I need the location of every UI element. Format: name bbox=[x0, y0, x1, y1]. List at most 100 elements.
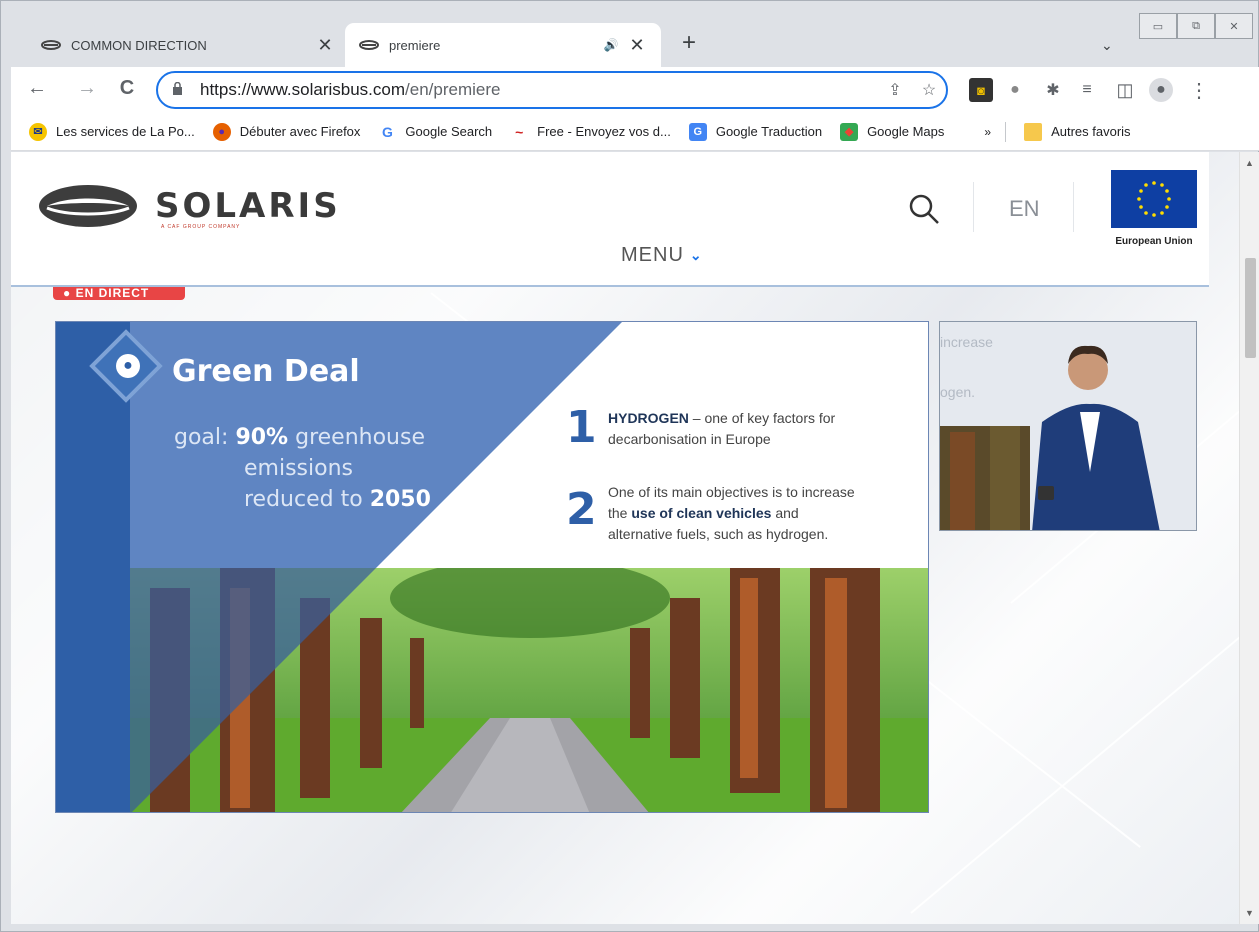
presenter-video[interactable]: increase ogen. bbox=[939, 321, 1197, 531]
point-line3: alternative fuels, such as hydrogen. bbox=[608, 526, 829, 542]
point-number: 1 bbox=[566, 402, 597, 453]
extension-shield-icon[interactable]: ● bbox=[1003, 78, 1027, 102]
more-menu-icon[interactable]: ⋮ bbox=[1187, 78, 1211, 102]
bookmarks-divider bbox=[1005, 121, 1007, 142]
presentation-slide: ● Green Deal goal: 90% greenhouse emissi… bbox=[55, 321, 929, 813]
bookmark-google-maps[interactable]: ◆ Google Maps bbox=[840, 122, 944, 141]
url-text[interactable]: https://www.solarisbus.com/en/premiere bbox=[200, 80, 878, 100]
url-path: /en/premiere bbox=[405, 80, 501, 99]
goal-year: 2050 bbox=[369, 487, 431, 512]
logo-text: SOLARIS bbox=[155, 186, 341, 226]
google-translate-icon: G bbox=[688, 122, 707, 141]
folder-icon bbox=[1024, 122, 1043, 141]
site-header: SOLARIS A CAF GROUP COMPANY EN European … bbox=[11, 152, 1209, 287]
back-button[interactable]: ← bbox=[25, 77, 49, 100]
bookmark-google-translate[interactable]: G Google Traduction bbox=[688, 122, 823, 141]
reload-button[interactable]: C bbox=[115, 77, 139, 100]
slide-title: Green Deal bbox=[172, 354, 360, 389]
tab-title: COMMON DIRECTION bbox=[71, 37, 207, 53]
slide-blue-triangle bbox=[130, 322, 622, 812]
scroll-up-arrow-icon[interactable]: ▲ bbox=[1245, 158, 1254, 168]
goal-percentage: 90% bbox=[235, 425, 289, 450]
point-line1: One of its main objectives is to increas… bbox=[608, 484, 855, 500]
point-pre: the bbox=[608, 505, 632, 521]
globe-icon: ● bbox=[116, 354, 140, 378]
solaris-logo[interactable]: SOLARIS bbox=[37, 182, 341, 230]
point-text: HYDROGEN – one of key factors for decarb… bbox=[608, 408, 835, 450]
tab-strip: COMMON DIRECTION ✕ premiere 🔊 ✕ + ⌄ ▭ ⧉ … bbox=[11, 13, 1258, 67]
point-text-after: – one of key factors for bbox=[688, 410, 836, 426]
solaris-logo-mark-icon bbox=[39, 185, 137, 227]
eu-label: European Union bbox=[1115, 236, 1193, 247]
eu-flag-icon bbox=[1111, 170, 1197, 228]
address-bar[interactable]: https://www.solarisbus.com/en/premiere ⇪… bbox=[156, 71, 948, 109]
point-text: One of its main objectives is to increas… bbox=[608, 482, 855, 545]
bookmark-label: Autres favoris bbox=[1051, 124, 1131, 139]
bookmark-label: Les services de La Po... bbox=[56, 124, 195, 139]
bookmark-google-search[interactable]: G Google Search bbox=[378, 122, 493, 141]
side-panel-icon[interactable]: ◫ bbox=[1113, 78, 1137, 102]
bookmark-free[interactable]: ~ Free - Envoyez vos d... bbox=[510, 122, 671, 141]
bookmark-star-icon[interactable]: ☆ bbox=[912, 80, 946, 100]
presenter-figure bbox=[940, 345, 1160, 530]
tab-premiere[interactable]: premiere 🔊 ✕ bbox=[345, 23, 661, 67]
google-icon: G bbox=[378, 122, 397, 141]
scroll-thumb[interactable] bbox=[1245, 258, 1256, 358]
header-divider bbox=[973, 182, 974, 232]
tab-search-chevron-icon[interactable]: ⌄ bbox=[1101, 37, 1113, 54]
window-controls: ▭ ⧉ ✕ bbox=[1139, 13, 1253, 39]
firefox-icon: ● bbox=[212, 122, 231, 141]
logo-subtitle: A CAF GROUP COMPANY bbox=[161, 224, 241, 230]
forward-button[interactable]: → bbox=[75, 77, 99, 100]
close-window-button[interactable]: ✕ bbox=[1215, 13, 1253, 39]
reading-list-icon[interactable]: ≡ bbox=[1075, 78, 1099, 102]
point-line2: decarbonisation in Europe bbox=[608, 431, 771, 447]
free-icon: ~ bbox=[510, 122, 529, 141]
slide-point-2: 2 One of its main objectives is to incre… bbox=[566, 482, 855, 545]
page-viewport: ● EN DIRECT SOLARIS A CAF GROUP COMPANY … bbox=[11, 152, 1239, 924]
goal-line2: emissions bbox=[244, 456, 353, 481]
minimize-button[interactable]: ▭ bbox=[1139, 13, 1177, 39]
point-keyword: HYDROGEN bbox=[608, 410, 689, 426]
extension-icon[interactable]: ◙ bbox=[969, 78, 993, 102]
search-icon[interactable] bbox=[907, 192, 941, 226]
slide-point-1: 1 HYDROGEN – one of key factors for deca… bbox=[566, 402, 835, 453]
bookmark-label: Débuter avec Firefox bbox=[239, 124, 361, 139]
audio-playing-icon[interactable]: 🔊 bbox=[601, 38, 621, 52]
point-keyword: use of clean vehicles bbox=[631, 505, 772, 521]
goal-line3: reduced to 2050 bbox=[174, 484, 431, 515]
new-tab-button[interactable]: + bbox=[675, 29, 703, 57]
header-divider bbox=[1073, 182, 1074, 232]
solaris-favicon-icon bbox=[41, 40, 63, 50]
la-poste-icon: ✉ bbox=[29, 122, 47, 141]
bookmark-label: Google Traduction bbox=[715, 124, 823, 139]
bookmark-firefox[interactable]: ● Débuter avec Firefox bbox=[212, 122, 361, 141]
bookmark-label: Free - Envoyez vos d... bbox=[537, 124, 671, 139]
page-scrollbar[interactable]: ▲ ▼ bbox=[1239, 152, 1259, 924]
bookmark-la-poste[interactable]: ✉ Les services de La Po... bbox=[29, 122, 195, 141]
language-switcher[interactable]: EN bbox=[1009, 196, 1040, 222]
url-domain: https://www.solarisbus.com bbox=[200, 80, 406, 99]
tab-close-icon[interactable]: ✕ bbox=[315, 35, 335, 56]
goal-line1: greenhouse bbox=[288, 425, 425, 450]
restore-button[interactable]: ⧉ bbox=[1177, 13, 1215, 39]
bookmarks-overflow-button[interactable]: » bbox=[984, 125, 991, 139]
point-post: and bbox=[771, 505, 799, 521]
scroll-down-arrow-icon[interactable]: ▼ bbox=[1245, 908, 1254, 918]
bookmarks-bar: ✉ Les services de La Po... ● Débuter ave… bbox=[11, 113, 1259, 151]
tab-common-direction[interactable]: COMMON DIRECTION ✕ bbox=[27, 23, 349, 67]
bookmark-label: Google Search bbox=[405, 124, 493, 139]
extensions-puzzle-icon[interactable]: ✱ bbox=[1041, 78, 1065, 102]
share-icon[interactable]: ⇪ bbox=[878, 80, 912, 100]
lock-icon[interactable] bbox=[172, 81, 188, 98]
browser-toolbar: ← → C https://www.solarisbus.com/en/prem… bbox=[11, 67, 1259, 113]
google-maps-icon: ◆ bbox=[840, 122, 859, 141]
goal-text: goal: 90% greenhouse emissions reduced t… bbox=[174, 422, 431, 515]
tab-close-icon[interactable]: ✕ bbox=[627, 35, 647, 56]
main-menu-button[interactable]: MENU ⌄ bbox=[621, 244, 703, 267]
menu-label: MENU bbox=[621, 244, 684, 266]
other-bookmarks-folder[interactable]: Autres favoris bbox=[1024, 122, 1131, 141]
chevron-down-icon: ⌄ bbox=[689, 247, 703, 263]
profile-avatar-icon[interactable]: ● bbox=[1149, 78, 1173, 102]
point-number: 2 bbox=[566, 484, 597, 535]
